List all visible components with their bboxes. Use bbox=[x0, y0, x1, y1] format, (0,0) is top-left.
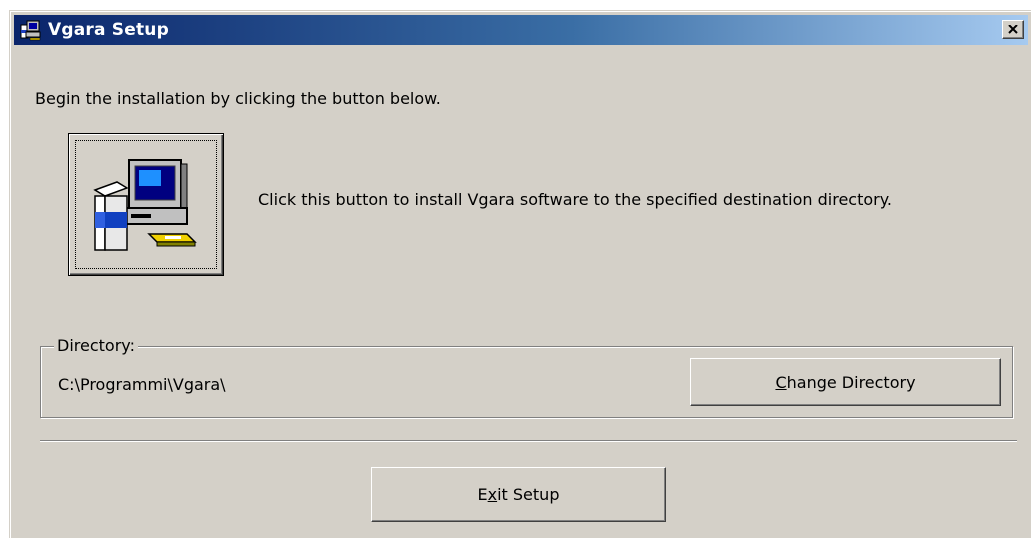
exit-label-start: E bbox=[477, 485, 488, 504]
directory-group-label: Directory: bbox=[54, 336, 138, 355]
close-button[interactable] bbox=[1002, 20, 1024, 39]
change-directory-button[interactable]: Change Directory bbox=[690, 358, 1001, 406]
instruction-text: Begin the installation by clicking the b… bbox=[35, 89, 441, 108]
install-computer-icon bbox=[93, 159, 197, 251]
window-title: Vgara Setup bbox=[48, 20, 169, 40]
separator-line bbox=[40, 440, 1017, 442]
setup-window: Vgara Setup Begin the installation by cl… bbox=[9, 10, 1031, 538]
exit-setup-button[interactable]: Ex it Setup bbox=[371, 467, 666, 522]
exit-label-end: it Setup bbox=[497, 485, 560, 504]
exit-mnemonic: x bbox=[487, 485, 498, 504]
change-directory-label: hange Directory bbox=[786, 372, 916, 392]
directory-path: C:\Programmi\Vgara\ bbox=[58, 375, 226, 394]
setup-computer-icon bbox=[20, 20, 41, 41]
install-button[interactable] bbox=[68, 133, 224, 276]
title-bar[interactable]: Vgara Setup bbox=[14, 15, 1028, 45]
install-description: Click this button to install Vgara softw… bbox=[258, 190, 892, 209]
close-icon bbox=[1008, 25, 1018, 34]
change-directory-mnemonic: C bbox=[775, 372, 787, 392]
